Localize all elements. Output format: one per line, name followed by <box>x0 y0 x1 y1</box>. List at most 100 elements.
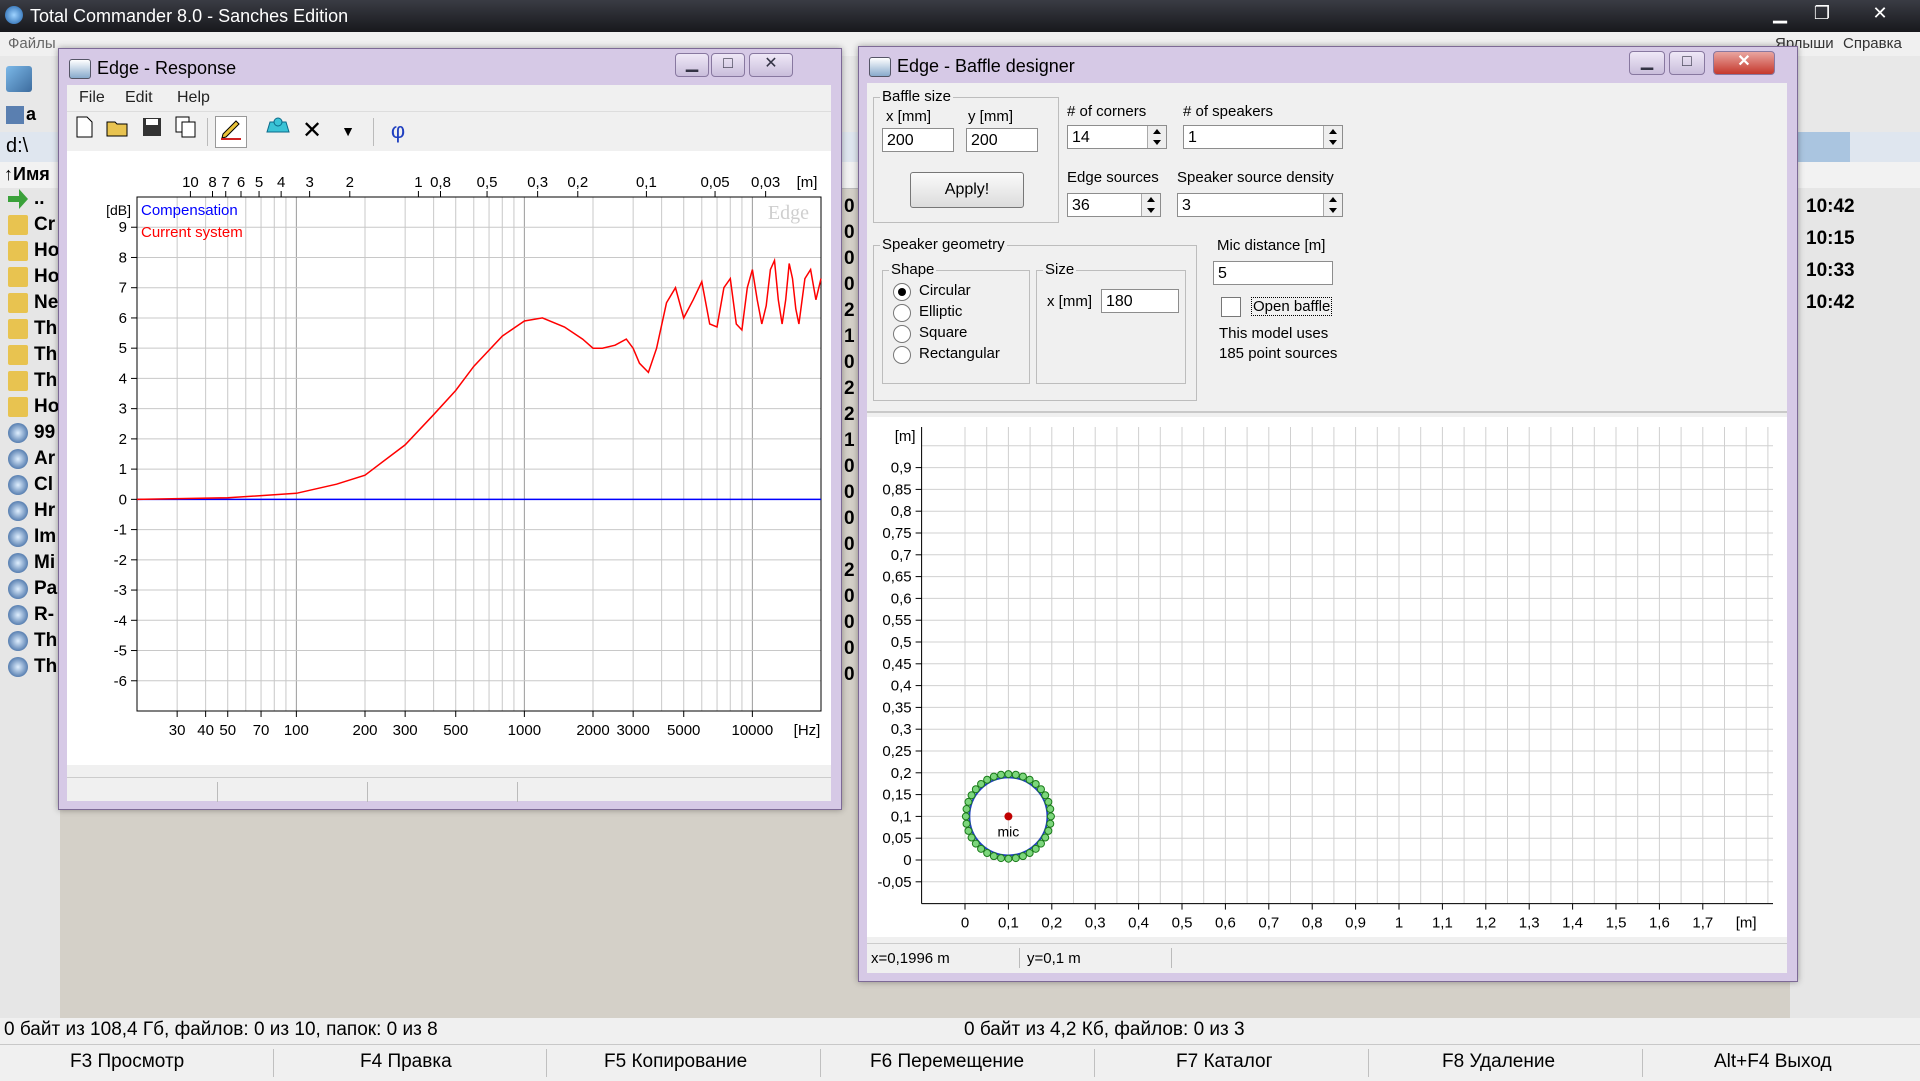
top-tick-label: 0,2 <box>567 174 588 191</box>
delete-icon[interactable]: ✕ <box>297 116 327 146</box>
top-tick-label: 0,05 <box>700 174 729 191</box>
dropdown-icon[interactable]: ▼ <box>333 116 363 146</box>
speaker-icon[interactable] <box>263 116 293 146</box>
baffle-close-button[interactable]: ✕ <box>1713 51 1775 75</box>
y-tick-label: 8 <box>119 249 127 266</box>
edge-source-point <box>983 849 992 858</box>
open-baffle-checkbox[interactable] <box>1221 297 1241 317</box>
apply-button[interactable]: Apply! <box>910 172 1024 208</box>
tc-file-name: Hr <box>34 500 56 521</box>
cursor-y-readout: y=0,1 m <box>1027 950 1081 967</box>
tc-close-button[interactable]: ✕ <box>1860 0 1900 26</box>
f3-view-button[interactable]: F3 Просмотр <box>70 1051 184 1073</box>
response-maximize-button[interactable]: □ <box>711 53 745 77</box>
response-window-title: Edge - Response <box>97 58 237 78</box>
shape-square-label[interactable]: Square <box>919 324 967 341</box>
density-spinner[interactable] <box>1323 194 1342 216</box>
f6-move-button[interactable]: F6 Перемещение <box>870 1051 1024 1073</box>
pencil-icon[interactable] <box>215 116 247 148</box>
f5-copy-button[interactable]: F5 Копирование <box>604 1051 747 1073</box>
model-info-line1: This model uses <box>1219 325 1329 342</box>
f8-delete-button[interactable]: F8 Удаление <box>1442 1051 1555 1073</box>
phase-icon[interactable]: φ <box>383 116 413 146</box>
tc-menu-files[interactable]: Файлы <box>8 35 56 52</box>
baffle-x-input[interactable]: 200 <box>882 128 954 152</box>
edge-sources-spinner[interactable] <box>1141 194 1160 216</box>
shape-rectangular-radio[interactable] <box>893 346 911 364</box>
baffle-minimize-button[interactable]: ▁ <box>1629 51 1665 75</box>
tc-drive-letter[interactable]: a <box>26 104 36 125</box>
y-tick-label: 7 <box>119 280 127 297</box>
tc-file-detail: 0 <box>844 586 855 607</box>
f7-mkdir-button[interactable]: F7 Каталог <box>1176 1051 1273 1073</box>
size-x-input[interactable]: 180 <box>1101 289 1179 313</box>
baffle-x-tick-label: 0,6 <box>1215 915 1236 932</box>
tc-minimize-button[interactable]: ▁ <box>1762 0 1798 26</box>
tc-file-detail: 1 <box>844 430 855 451</box>
baffle-y-input[interactable]: 200 <box>966 128 1038 152</box>
density-label: Speaker source density <box>1177 169 1334 186</box>
tc-file-name: Ho <box>34 240 60 261</box>
shape-circular-label[interactable]: Circular <box>919 282 971 299</box>
tc-file-row[interactable]: Th <box>0 656 57 688</box>
tc-window-title: Total Commander 8.0 - Sanches Edition <box>30 6 349 26</box>
response-menu-file[interactable]: File <box>79 89 105 107</box>
tc-file-time: 10:42 <box>1806 196 1855 217</box>
tc-menu-help[interactable]: Справка <box>1843 35 1902 52</box>
shape-circular-radio[interactable] <box>893 283 911 301</box>
baffle-y-tick-label: 0 <box>903 852 911 869</box>
baffle-x-tick-label: 0,7 <box>1258 915 1279 932</box>
response-minimize-button[interactable]: ▁ <box>675 53 709 77</box>
tc-left-path[interactable]: d:\ <box>6 135 28 158</box>
edge-source-point <box>1046 819 1055 828</box>
shape-elliptic-radio[interactable] <box>893 304 911 322</box>
baffle-x-tick-label: 0,9 <box>1345 915 1366 932</box>
corners-input[interactable]: 14 <box>1067 125 1167 149</box>
y-tick-label: 9 <box>119 219 127 236</box>
tc-file-detail: 0 <box>844 352 855 373</box>
corners-spinner[interactable] <box>1147 126 1166 148</box>
tc-file-detail: 0 <box>844 248 855 269</box>
shape-square-radio[interactable] <box>893 325 911 343</box>
edge-response-window: Edge - Response ▁ □ ✕ File Edit Help ✕ ▼… <box>58 48 842 810</box>
shape-elliptic-label[interactable]: Elliptic <box>919 303 962 320</box>
tc-file-detail: 0 <box>844 638 855 659</box>
baffle-titlebar[interactable]: Edge - Baffle designer ▁ □ ✕ <box>859 47 1797 83</box>
edge-sources-input[interactable]: 36 <box>1067 193 1161 217</box>
baffle-maximize-button[interactable]: □ <box>1669 51 1705 75</box>
copy-icon[interactable] <box>171 116 201 146</box>
response-menu-help[interactable]: Help <box>177 89 210 107</box>
tc-toolbar-tool-icon[interactable] <box>6 66 32 92</box>
response-titlebar[interactable]: Edge - Response ▁ □ ✕ <box>59 49 841 85</box>
open-baffle-label[interactable]: Open baffle <box>1251 297 1333 316</box>
x-tick-label: 40 <box>197 722 214 739</box>
response-menu-edit[interactable]: Edit <box>125 89 153 107</box>
response-close-button[interactable]: ✕ <box>749 53 793 77</box>
folder-icon <box>8 240 28 261</box>
tc-maximize-button[interactable]: ❐ <box>1804 0 1840 26</box>
open-icon[interactable] <box>103 116 133 146</box>
tc-name-column-header[interactable]: ↑Имя <box>4 164 50 185</box>
speakers-spinner[interactable] <box>1323 126 1342 148</box>
baffle-y-tick-label: 0,75 <box>882 525 911 542</box>
speaker-geometry-label: Speaker geometry <box>880 236 1007 253</box>
shape-rectangular-label[interactable]: Rectangular <box>919 345 1000 362</box>
speakers-input[interactable]: 1 <box>1183 125 1343 149</box>
edge-source-point <box>1011 770 1020 779</box>
tc-drive-icon[interactable] <box>6 106 24 124</box>
folder-icon <box>8 214 28 235</box>
mic-distance-input[interactable]: 5 <box>1213 261 1333 285</box>
y-mm-label: y [mm] <box>968 108 1013 125</box>
baffle-y-tick-label: 0,9 <box>891 460 912 477</box>
density-input[interactable]: 3 <box>1177 193 1343 217</box>
tc-file-name: Th <box>34 318 58 339</box>
f4-edit-button[interactable]: F4 Правка <box>360 1051 452 1073</box>
new-icon[interactable] <box>69 116 99 146</box>
save-icon[interactable] <box>137 116 167 146</box>
baffle-plot[interactable]: 0,9 0,85 0,8 0,75 0,7 0,65 0,6 0,55 0,5 0,45 0,4 0,… <box>867 417 1787 937</box>
edge-source-point <box>997 770 1006 779</box>
y-tick-label: -5 <box>114 643 127 660</box>
edge-source-point <box>1036 785 1045 794</box>
alt-f4-exit-button[interactable]: Alt+F4 Выход <box>1714 1051 1832 1073</box>
mic-distance-label: Mic distance [m] <box>1217 237 1326 254</box>
